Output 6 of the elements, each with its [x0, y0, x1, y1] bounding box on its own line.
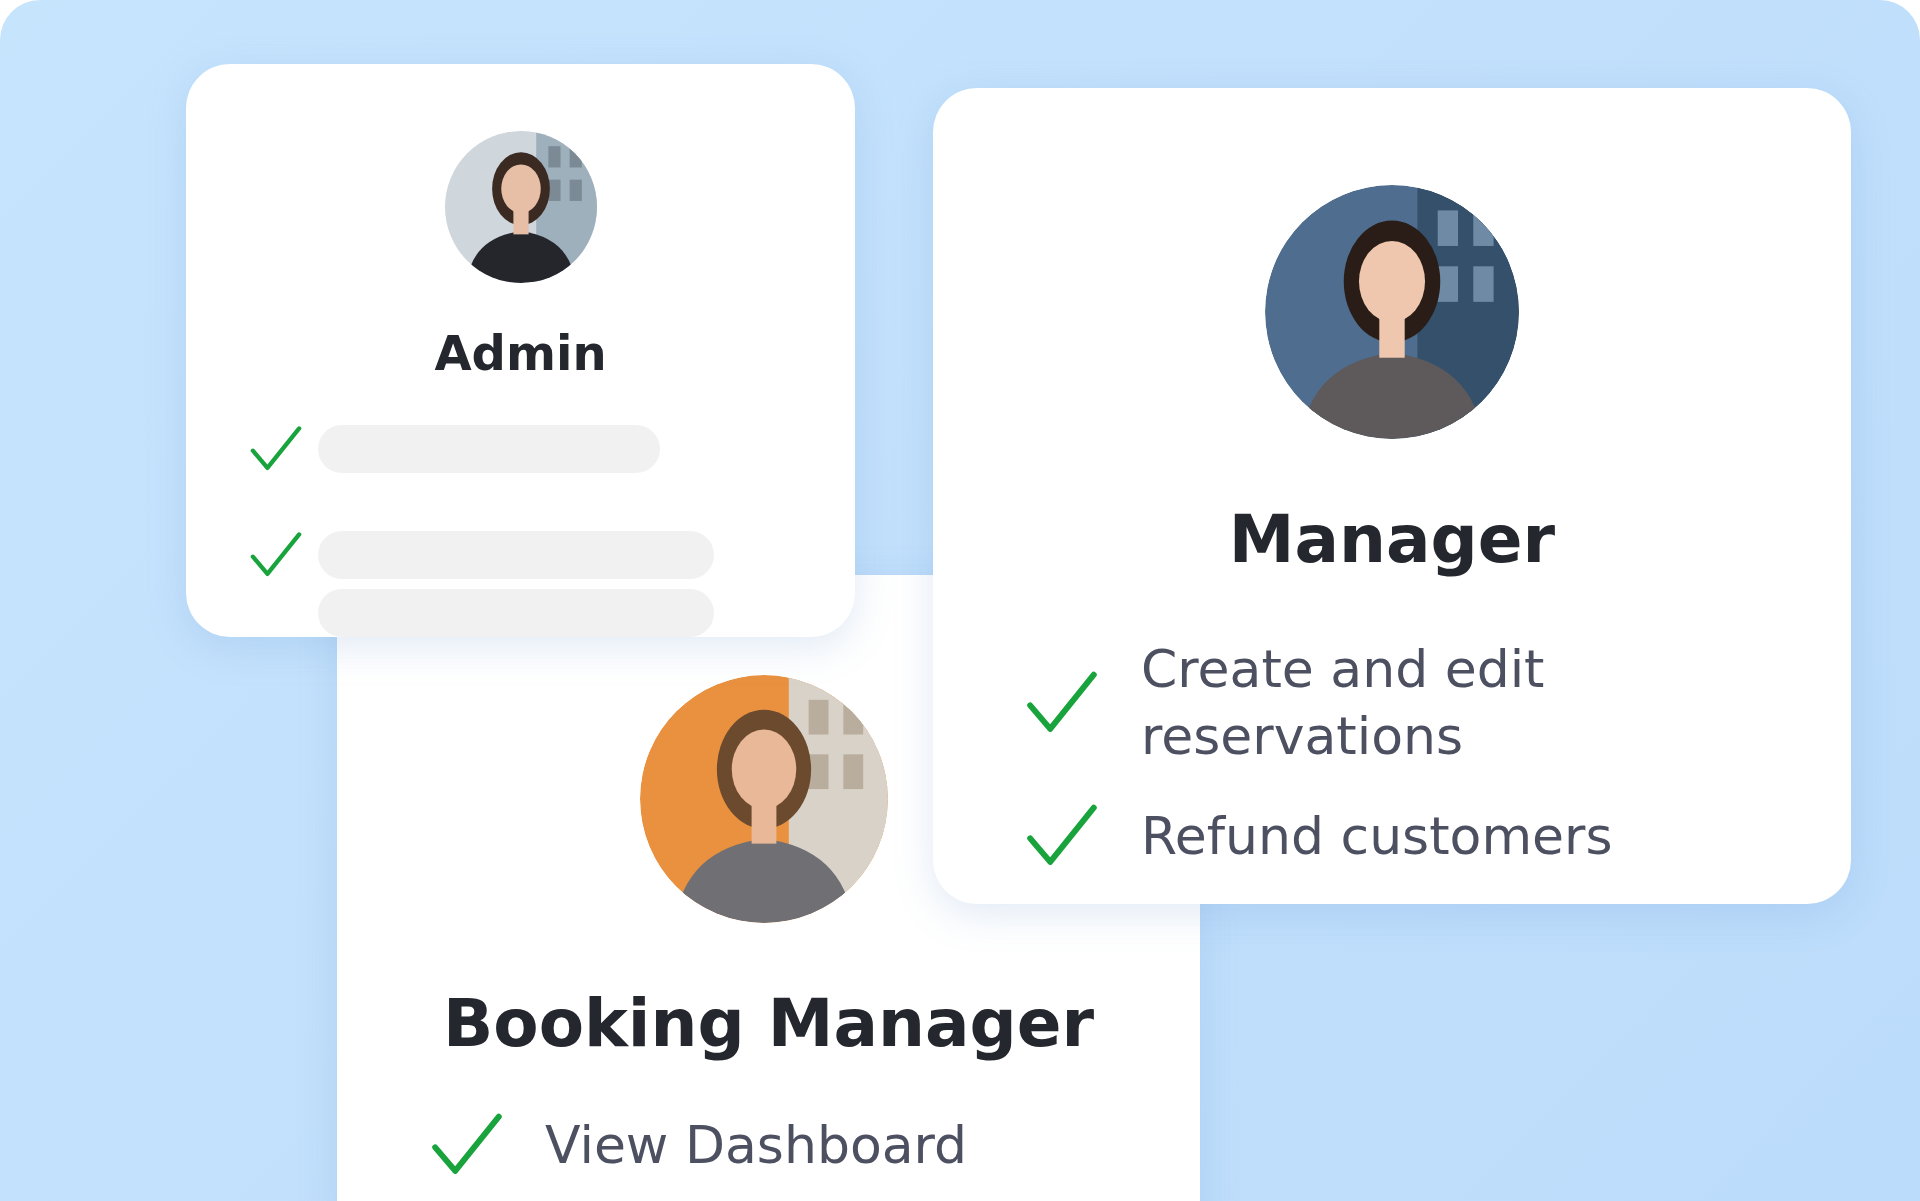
role-title: Booking Manager — [443, 985, 1094, 1062]
permission-label: Refund customers — [1141, 805, 1614, 869]
permission-label: Create and edit reservations — [1141, 638, 1546, 768]
permission-label: View Dashboard — [545, 1114, 968, 1177]
role-title: Admin — [434, 325, 607, 381]
role-title: Manager — [1228, 501, 1556, 578]
